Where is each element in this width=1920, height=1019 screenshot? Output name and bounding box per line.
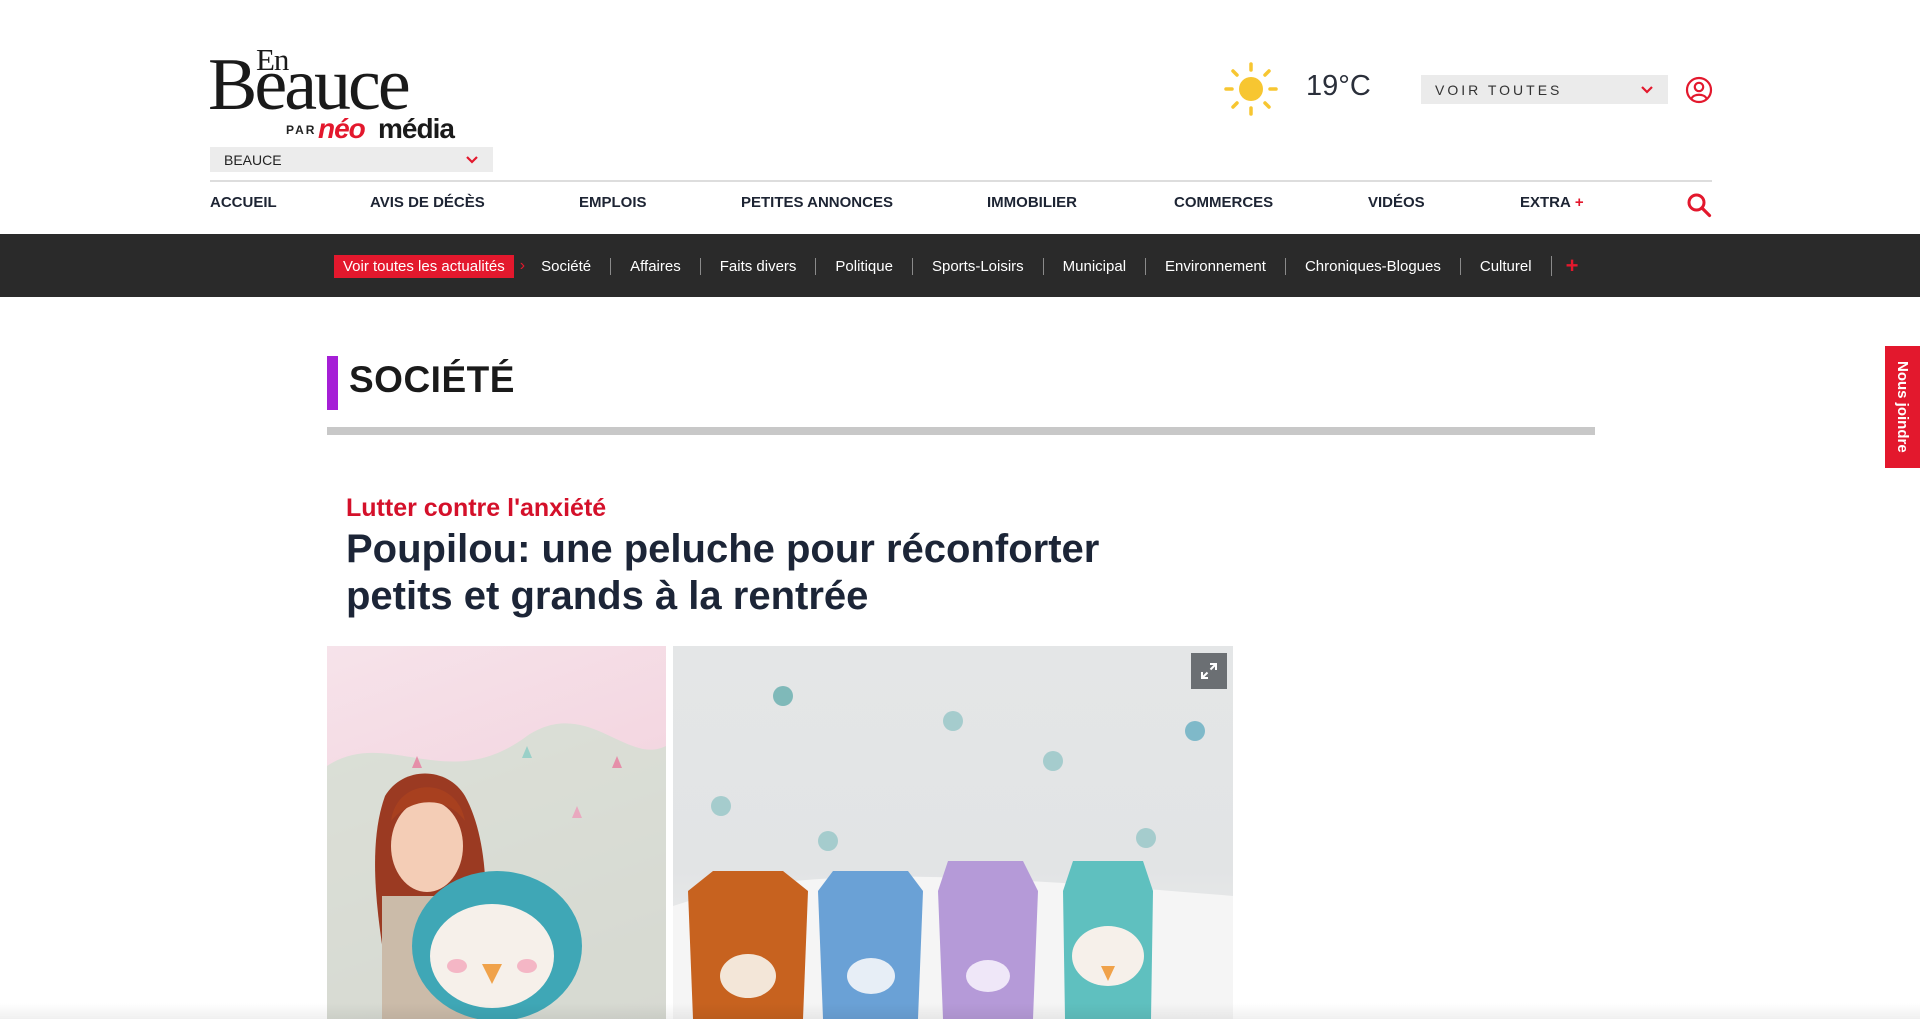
site-header: En Beauce PAR néo média BEAUCE 19°C VOIR… (0, 0, 1920, 234)
user-account-icon[interactable] (1685, 76, 1713, 104)
subnav-item-politique[interactable]: Politique (815, 257, 912, 275)
article-photo-plush-pillows (673, 646, 1233, 1019)
main-nav: ACCUEIL AVIS DE DÉCÈS EMPLOIS PETITES AN… (210, 192, 1712, 222)
nav-item-petites-annonces[interactable]: PETITES ANNONCES (741, 194, 893, 211)
subnav-item-faits-divers[interactable]: Faits divers (699, 257, 816, 275)
plus-icon: + (1574, 194, 1584, 211)
region-select-value: BEAUCE (224, 151, 282, 168)
subnav-item-societe[interactable]: Société (537, 258, 610, 275)
regions-dropdown-label: VOIR TOUTES (1435, 81, 1563, 98)
category-subnav-list: Voir toutes les actualités › Société Aff… (334, 254, 1578, 278)
nav-item-extra[interactable]: EXTRA + (1520, 194, 1584, 211)
contact-side-tab[interactable]: Nous joindre (1885, 346, 1920, 468)
nav-item-emplois[interactable]: EMPLOIS (579, 194, 647, 211)
article-headline[interactable]: Poupilou: une peluche pour réconforter p… (346, 526, 1206, 620)
photo-illustration-right (673, 686, 1233, 1019)
expand-image-button[interactable] (1191, 653, 1227, 689)
nav-item-avis-de-deces[interactable]: AVIS DE DÉCÈS (370, 194, 485, 211)
article-kicker[interactable]: Lutter contre l'anxiété (346, 494, 606, 523)
section-divider (327, 427, 1595, 435)
subnav-item-affaires[interactable]: Affaires (610, 257, 700, 275)
nav-item-accueil[interactable]: ACCUEIL (210, 194, 277, 211)
logo-beauce-text: Beauce (208, 44, 411, 126)
subnav-item-municipal[interactable]: Municipal (1042, 257, 1145, 275)
article-photo-woman-with-plush (327, 646, 666, 1019)
photo-illustration-left (327, 723, 666, 1019)
article-image[interactable] (327, 646, 1233, 1019)
nav-item-commerces[interactable]: COMMERCES (1174, 194, 1273, 211)
subnav-item-chroniques-blogues[interactable]: Chroniques-Blogues (1284, 257, 1460, 275)
subnav-item-environnement[interactable]: Environnement (1145, 257, 1285, 275)
bottom-shadow (0, 1003, 1920, 1019)
subnav-item-sports-loisirs[interactable]: Sports-Loisirs (911, 257, 1043, 275)
nav-item-immobilier[interactable]: IMMOBILIER (987, 194, 1077, 211)
site-logo[interactable]: En Beauce PAR néo média (208, 44, 478, 144)
search-icon[interactable] (1686, 192, 1712, 218)
category-subnav: Voir toutes les actualités › Société Aff… (0, 234, 1920, 297)
chevron-down-icon (466, 155, 478, 164)
nav-item-videos[interactable]: VIDÉOS (1368, 194, 1425, 211)
image-divider (666, 646, 673, 1019)
logo-neo-text: néo (318, 113, 366, 144)
logo-media-text: média (378, 113, 455, 144)
sun-icon (1224, 62, 1278, 116)
section-title: SOCIÉTÉ (349, 359, 515, 400)
logo-par-text: PAR (286, 123, 317, 137)
nav-divider (210, 180, 1712, 182)
section-accent-bar (327, 356, 338, 410)
voir-toutes-actualites-button[interactable]: Voir toutes les actualités (334, 254, 514, 278)
nav-item-extra-label: EXTRA (1520, 194, 1571, 211)
region-select[interactable]: BEAUCE (210, 147, 493, 172)
chevron-right-icon: › (519, 257, 526, 274)
subnav-more-plus-icon[interactable]: + (1550, 255, 1578, 277)
subnav-item-culturel[interactable]: Culturel (1459, 257, 1551, 275)
chevron-down-icon (1641, 85, 1653, 94)
expand-icon (1201, 663, 1217, 679)
regions-dropdown[interactable]: VOIR TOUTES (1421, 75, 1668, 104)
temperature-text: 19°C (1306, 70, 1371, 102)
